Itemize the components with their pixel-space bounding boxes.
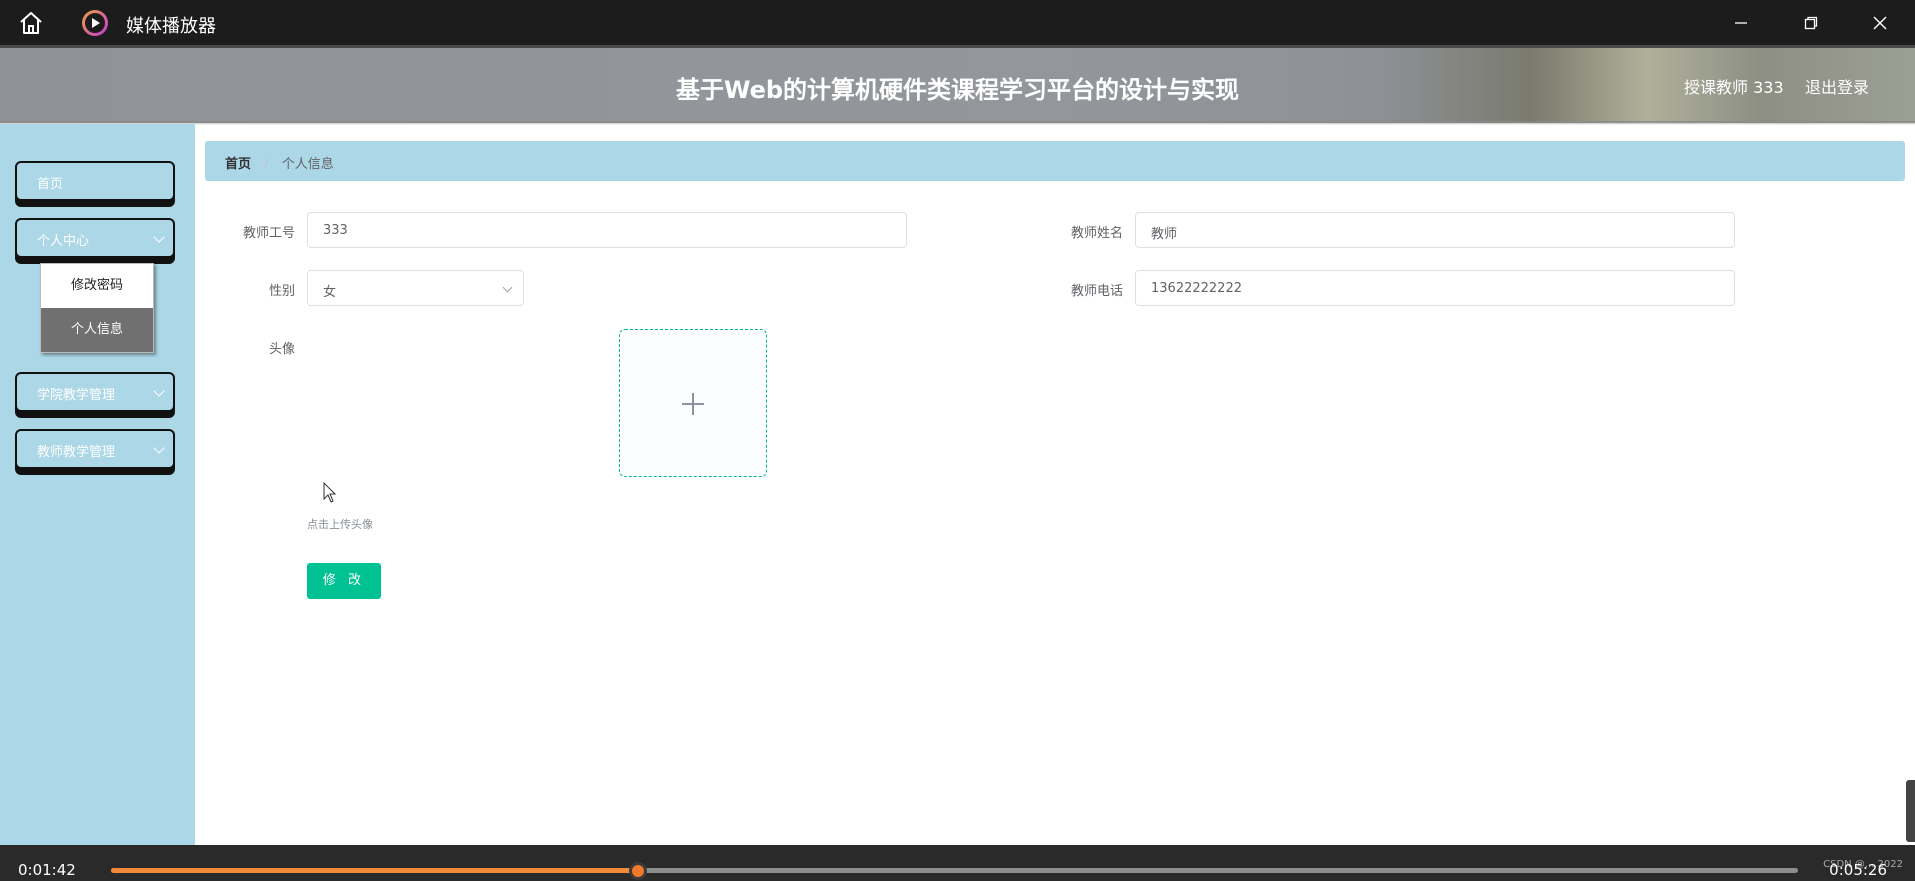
side-handle[interactable]: [1906, 780, 1915, 842]
teacher-phone-label: 教师电话: [1070, 284, 1123, 299]
teacher-phone-value: 13622222222: [1151, 281, 1242, 296]
sidebar-item-label: 教师教学管理: [37, 445, 116, 460]
seek-bar[interactable]: [111, 862, 1798, 880]
gender-value: 女: [323, 285, 337, 300]
mouse-cursor-icon: [323, 482, 337, 503]
modify-button[interactable]: 修 改: [307, 563, 381, 599]
upload-tip: 点击上传头像: [307, 518, 373, 531]
sidebar-item-label: 个人中心: [37, 234, 90, 249]
seek-progress: [111, 868, 639, 873]
teacher-id-input[interactable]: 333: [307, 212, 907, 248]
sidebar-item-label: 学院教学管理: [37, 388, 116, 403]
header-shadow: [0, 121, 1915, 125]
home-icon[interactable]: [18, 11, 44, 35]
sidebar: 首页 个人中心 学院教学管理 教师教学管理: [0, 124, 195, 845]
sidebar-item-college-teaching[interactable]: 学院教学管理: [15, 372, 175, 412]
breadcrumb: 首页 / 个人信息: [205, 141, 1905, 181]
sidebar-item-home[interactable]: 首页: [15, 161, 175, 201]
avatar-upload[interactable]: [619, 329, 767, 477]
breadcrumb-separator: /: [264, 157, 269, 172]
teacher-name-value: 教师: [1151, 227, 1178, 242]
personal-center-submenu: 修改密码 个人信息: [40, 263, 154, 353]
gender-label: 性别: [268, 284, 295, 299]
teacher-name-input[interactable]: 教师: [1135, 212, 1735, 248]
current-time: 0:01:42: [18, 861, 76, 879]
submenu-item-change-password[interactable]: 修改密码: [41, 264, 153, 308]
teacher-id-label: 教师工号: [242, 226, 295, 241]
site-header: 基于Web的计算机硬件类课程学习平台的设计与实现 授课教师 333 退出登录: [0, 45, 1915, 123]
breadcrumb-current: 个人信息: [281, 157, 334, 172]
total-time: 0:05:26: [1829, 861, 1887, 879]
chevron-down-icon: [153, 231, 165, 243]
teacher-id-value: 333: [323, 223, 348, 238]
teacher-phone-input[interactable]: 13622222222: [1135, 270, 1735, 306]
player-titlebar: 媒体播放器: [0, 0, 1915, 45]
chevron-down-icon: [153, 442, 165, 454]
teacher-name-label: 教师姓名: [1070, 226, 1123, 241]
seek-thumb[interactable]: [629, 862, 648, 880]
sidebar-item-label: 首页: [37, 177, 64, 192]
minimize-icon[interactable]: [1726, 8, 1756, 38]
chevron-down-icon: [153, 385, 165, 397]
plus-icon-vertical: [692, 393, 694, 415]
player-controls: 0:01:42 CSDN @... 2022 0:05:26: [0, 845, 1915, 881]
user-role: 授课教师 333: [1684, 78, 1784, 97]
sidebar-item-teacher-teaching[interactable]: 教师教学管理: [15, 429, 175, 469]
avatar-label: 头像: [268, 342, 295, 357]
site-title: 基于Web的计算机硬件类课程学习平台的设计与实现: [675, 76, 1240, 104]
submenu-item-personal-info[interactable]: 个人信息: [41, 308, 153, 352]
breadcrumb-home[interactable]: 首页: [225, 157, 251, 172]
close-icon[interactable]: [1865, 8, 1895, 38]
gender-select[interactable]: 女: [307, 270, 524, 306]
restore-icon[interactable]: [1796, 8, 1826, 38]
app-title: 媒体播放器: [126, 16, 216, 37]
chevron-down-icon: [502, 282, 513, 293]
logout-link[interactable]: 退出登录: [1805, 74, 1869, 98]
play-circle-icon: [82, 10, 108, 36]
sidebar-item-personal-center[interactable]: 个人中心: [15, 218, 175, 258]
